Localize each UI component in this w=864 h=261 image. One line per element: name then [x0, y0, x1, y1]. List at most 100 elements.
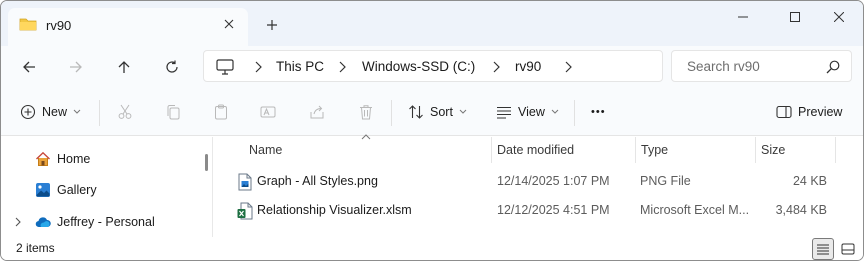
gallery-icon	[36, 183, 50, 197]
column-separator[interactable]	[835, 137, 836, 163]
table-row[interactable]: Graph - All Styles.png 12/14/2025 1:07 P…	[227, 168, 837, 194]
cut-button[interactable]	[117, 101, 133, 123]
new-button[interactable]: New	[20, 101, 81, 123]
rename-button[interactable]	[260, 101, 276, 123]
file-name: Graph - All Styles.png	[257, 174, 378, 188]
forward-button[interactable]	[65, 56, 87, 78]
chevron-right-icon	[493, 61, 500, 73]
folder-icon	[19, 18, 37, 31]
delete-button[interactable]	[358, 101, 374, 123]
close-tab-icon[interactable]	[221, 16, 237, 32]
file-date: 12/14/2025 1:07 PM	[497, 174, 610, 188]
preview-label: Preview	[798, 105, 843, 119]
nav-pane-scrollbar[interactable]	[205, 154, 208, 171]
tiles-view-icon	[841, 243, 855, 255]
more-options-button[interactable]: •••	[591, 101, 606, 123]
title-bar: rv90	[1, 1, 863, 46]
nav-item-label: Jeffrey - Personal	[57, 215, 155, 229]
search-box[interactable]: Search rv90	[671, 50, 852, 82]
trash-icon	[360, 105, 372, 120]
copy-button[interactable]	[165, 101, 181, 123]
copy-icon	[167, 105, 180, 120]
nav-item-home[interactable]: Home	[1, 148, 201, 170]
sort-label: Sort	[430, 105, 453, 119]
file-size: 3,484 KB	[775, 203, 827, 217]
clipboard-icon	[215, 104, 227, 120]
chevron-right-icon	[255, 61, 262, 73]
table-row[interactable]: Relationship Visualizer.xlsm 12/12/2025 …	[227, 197, 837, 223]
file-size: 24 KB	[792, 174, 827, 188]
back-button[interactable]	[18, 56, 40, 78]
new-tab-button[interactable]	[262, 15, 282, 35]
onedrive-cloud-icon	[35, 217, 51, 228]
file-list: Name Date modified Type Size Graph - All…	[213, 134, 863, 237]
preview-pane-button[interactable]: Preview	[776, 101, 842, 123]
sort-icon	[409, 105, 423, 119]
chevron-right-icon	[339, 61, 346, 73]
search-input[interactable]: Search rv90	[687, 59, 760, 74]
home-icon	[36, 151, 50, 166]
toolbar-divider	[99, 100, 100, 126]
nav-item-label: Gallery	[57, 183, 97, 197]
toolbar-divider	[391, 100, 392, 126]
view-lines-icon	[497, 106, 511, 119]
preview-pane-icon	[776, 105, 792, 119]
tab-title: rv90	[46, 18, 72, 33]
more-icon: •••	[591, 106, 606, 118]
share-icon	[310, 105, 324, 119]
maximize-button[interactable]	[775, 7, 815, 27]
file-type: PNG File	[640, 174, 691, 188]
tab-rv90[interactable]: rv90	[8, 8, 248, 46]
sort-ascending-icon	[361, 134, 371, 140]
paste-button[interactable]	[213, 101, 229, 123]
file-name: Relationship Visualizer.xlsm	[257, 203, 412, 217]
column-separator[interactable]	[491, 137, 492, 163]
toolbar-divider	[574, 100, 575, 126]
tiles-view-button[interactable]	[837, 238, 859, 260]
command-bar: New Sort View ••• Preview	[1, 88, 863, 136]
column-separator[interactable]	[635, 137, 636, 163]
column-separator[interactable]	[755, 137, 756, 163]
close-window-button[interactable]	[819, 7, 859, 27]
search-icon[interactable]	[826, 60, 840, 74]
breadcrumb-this-pc[interactable]: This PC	[276, 59, 324, 74]
view-label: View	[518, 105, 545, 119]
chevron-down-icon	[73, 109, 81, 114]
minimize-button[interactable]	[723, 7, 763, 27]
navigation-pane: Home Gallery Jeffrey - Personal	[1, 137, 201, 237]
file-type: Microsoft Excel M...	[640, 203, 750, 217]
details-view-icon	[817, 244, 829, 255]
rename-icon	[260, 106, 276, 118]
nav-item-onedrive-personal[interactable]: Jeffrey - Personal	[1, 211, 201, 233]
png-file-icon	[238, 173, 252, 191]
breadcrumb-windows-ssd[interactable]: Windows-SSD (C:)	[362, 59, 475, 74]
file-explorer-window: rv90 This PC Windows-SSD (C:) rv90 Searc…	[0, 0, 864, 261]
sort-button[interactable]: Sort	[408, 101, 467, 123]
chevron-right-icon[interactable]	[14, 217, 22, 227]
breadcrumb-rv90[interactable]: rv90	[515, 59, 541, 74]
column-header-name[interactable]: Name	[249, 143, 282, 157]
scissors-icon	[118, 104, 132, 119]
item-count: 2 items	[16, 241, 55, 255]
new-label: New	[42, 105, 68, 119]
view-button[interactable]: View	[496, 101, 559, 123]
address-row: This PC Windows-SSD (C:) rv90 Search rv9…	[1, 46, 863, 88]
share-button[interactable]	[309, 101, 325, 123]
status-bar: 2 items	[1, 237, 863, 260]
up-button[interactable]	[113, 56, 135, 78]
nav-item-gallery[interactable]: Gallery	[1, 179, 201, 201]
plus-circle-icon	[20, 104, 36, 120]
column-header-size[interactable]: Size	[761, 143, 785, 157]
chevron-down-icon	[551, 109, 559, 114]
column-header-type[interactable]: Type	[641, 143, 668, 157]
excel-file-icon	[237, 202, 253, 220]
column-header-date-modified[interactable]: Date modified	[497, 143, 574, 157]
refresh-button[interactable]	[161, 56, 183, 78]
this-pc-icon	[216, 59, 234, 75]
nav-item-label: Home	[57, 152, 91, 166]
details-view-button[interactable]	[812, 238, 834, 260]
chevron-right-icon[interactable]	[563, 61, 573, 73]
address-bar[interactable]: This PC Windows-SSD (C:) rv90	[203, 50, 663, 82]
chevron-down-icon	[459, 109, 467, 114]
file-date: 12/12/2025 4:51 PM	[497, 203, 610, 217]
